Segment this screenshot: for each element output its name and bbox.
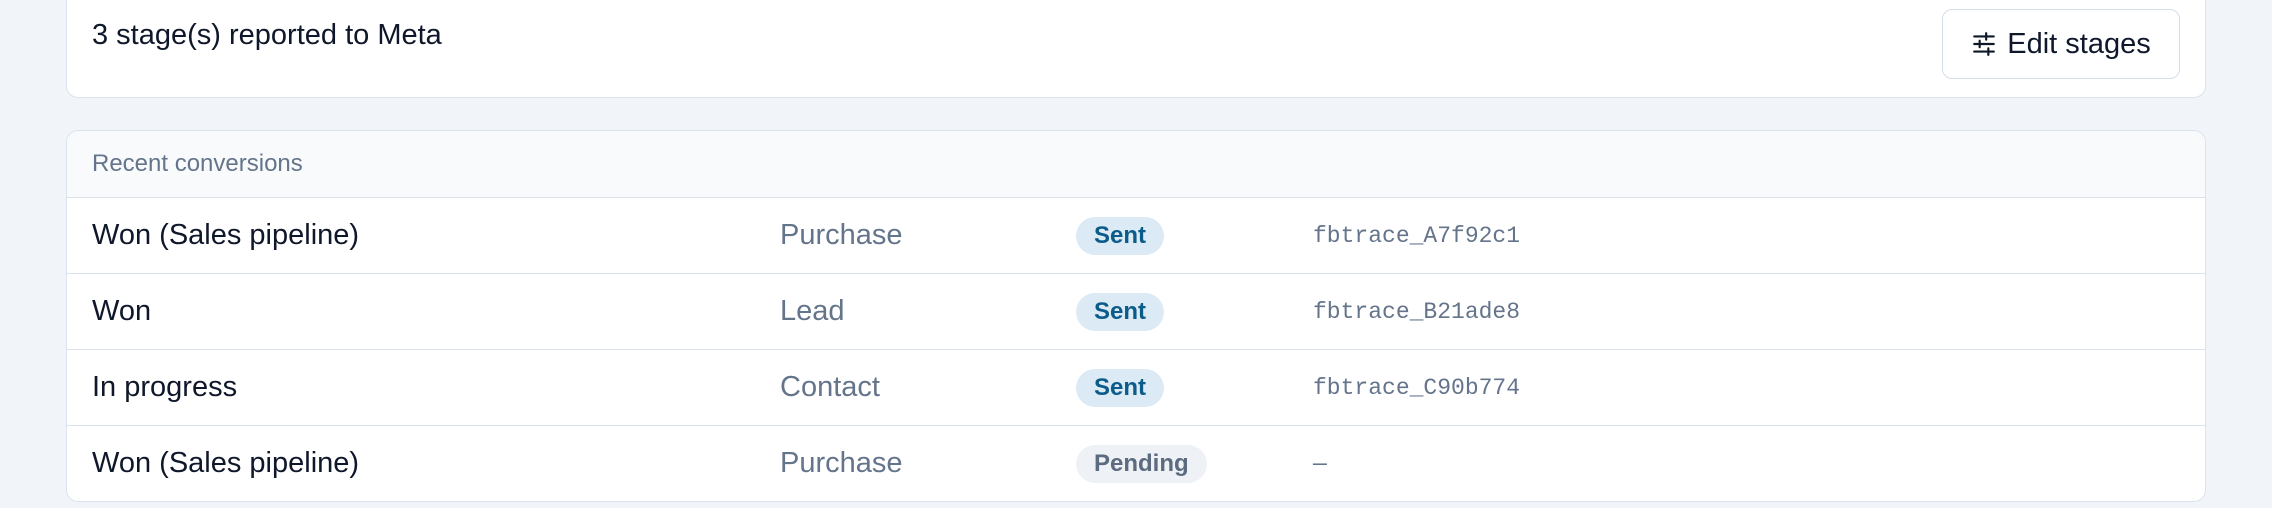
stage-cell: Won xyxy=(92,295,152,327)
trace-id-cell: fbtrace_A7f92c1 xyxy=(1313,222,1521,249)
table-row: Won (Sales pipeline) Purchase Sent fbtra… xyxy=(67,198,2205,274)
status-badge: Sent xyxy=(1076,292,1165,331)
stage-cell: Won (Sales pipeline) xyxy=(92,447,360,479)
table-row: Won (Sales pipeline) Purchase Pending — xyxy=(67,426,2205,501)
event-cell: Purchase xyxy=(780,219,903,251)
trace-id-cell: fbtrace_B21ade8 xyxy=(1313,298,1521,325)
status-cell: Pending xyxy=(1076,426,1207,501)
status-badge: Sent xyxy=(1076,216,1165,255)
stage-cell: Won (Sales pipeline) xyxy=(92,219,360,251)
trace-id-cell: fbtrace_C90b774 xyxy=(1313,374,1521,401)
table-row: In progress Contact Sent fbtrace_C90b774 xyxy=(67,350,2205,426)
table-row: Won Lead Sent fbtrace_B21ade8 xyxy=(67,274,2205,350)
stages-summary-text: 3 stage(s) reported to Meta xyxy=(92,19,442,51)
status-cell: Sent xyxy=(1076,274,1165,349)
trace-id-cell: — xyxy=(1313,450,1327,477)
stages-summary-card: 3 stage(s) reported to Meta Edit stages xyxy=(66,0,2206,98)
status-cell: Sent xyxy=(1076,350,1165,425)
event-cell: Contact xyxy=(780,371,880,403)
event-cell: Lead xyxy=(780,295,845,327)
table-header: Recent conversions xyxy=(67,131,2205,198)
stage-cell: In progress xyxy=(92,371,238,403)
status-cell: Sent xyxy=(1076,198,1165,273)
status-badge: Sent xyxy=(1076,368,1165,407)
status-badge: Pending xyxy=(1076,444,1207,483)
edit-stages-button[interactable]: Edit stages xyxy=(1942,9,2180,79)
edit-stages-label: Edit stages xyxy=(2007,27,2151,60)
event-cell: Purchase xyxy=(780,447,903,479)
recent-conversions-table: Recent conversions Won (Sales pipeline) … xyxy=(66,130,2206,502)
sliders-icon xyxy=(1971,31,1997,57)
